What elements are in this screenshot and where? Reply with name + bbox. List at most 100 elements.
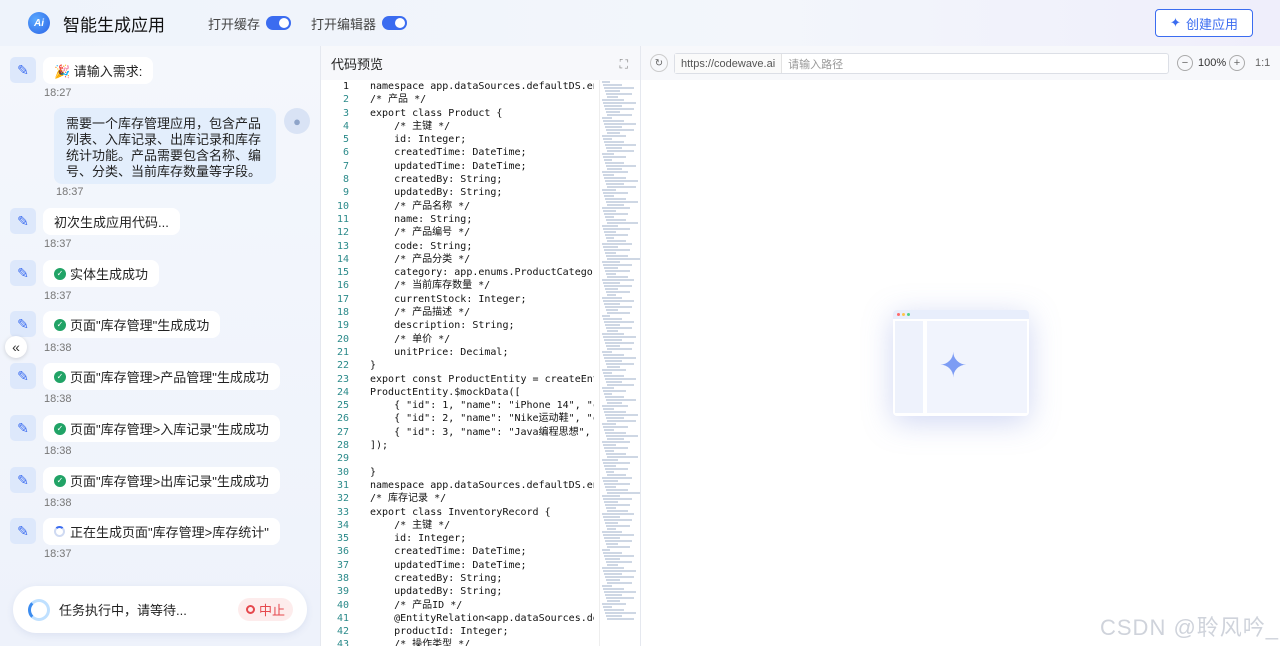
code-line: 1 namespace app.dataSources.defaultDS.ent… [321, 80, 594, 93]
code-line: 33 export class InventoryRecord { [321, 506, 594, 519]
code-line: 18 /* 产品描述 */ [321, 306, 594, 319]
chat-message: ✎ 初次生成应用代码... [10, 208, 180, 235]
line-content: @EntityRelation<app.dataSources.defau [370, 612, 594, 624]
cache-toggle[interactable] [266, 16, 292, 30]
line-number: 19 [336, 320, 349, 332]
minimap-line [602, 117, 612, 119]
minimap-line [605, 432, 626, 434]
minimap-line [605, 558, 620, 560]
code-line: 11 name: String; [321, 213, 594, 226]
actual-size-button[interactable]: 1:1 [1255, 57, 1270, 69]
minimap-line [604, 231, 616, 233]
line-content: unitPrice: Decimal; [370, 346, 509, 358]
minimap-line [602, 477, 632, 479]
line-number: 2 [342, 94, 349, 106]
minimap-line [606, 327, 632, 329]
minimap-line [606, 489, 628, 491]
line-number: 12 [336, 227, 349, 239]
success-check-icon: ✓ [54, 474, 66, 487]
create-app-button[interactable]: ✦ 创建应用 [1155, 9, 1253, 37]
line-content: createdTime: DateTime; [370, 147, 527, 159]
line-number: 11 [336, 213, 349, 225]
refresh-icon[interactable]: ↻ [650, 54, 668, 72]
line-content: createdBy: String; [370, 174, 503, 186]
minimap-line [607, 168, 622, 170]
code-line: 7 updatedTime: DateTime; [321, 160, 594, 173]
minimap-line [605, 360, 622, 362]
line-number: 25 [336, 400, 349, 412]
app-logo: Ai [28, 12, 50, 34]
minimap-line [607, 258, 640, 260]
top-bar: Ai 智能生成应用 打开缓存 打开编辑器 ✦ 创建应用 [0, 0, 1280, 46]
minimap-line [603, 318, 622, 320]
minimap-line [602, 441, 630, 443]
line-content: /* 产品分类 */ [370, 253, 471, 265]
app-preview-panel: ↻ https://codewave.ai 请输入路径 − 100% + 1:1… [640, 46, 1280, 646]
path-input[interactable]: 请输入路径 [782, 56, 843, 72]
message-bubble: ✓ 页面"库存管理"生成成功 [43, 311, 221, 338]
fullscreen-icon[interactable]: ⛶ [620, 57, 628, 72]
minimap-line [606, 435, 638, 437]
success-check-icon: ✓ [54, 318, 66, 331]
code-line: 2 /* 产品 */ [321, 93, 594, 106]
minimap-line [604, 483, 630, 485]
minimap-line [605, 450, 614, 452]
chat-message: ✎ ✓ 页面"库存管理>出库记录"生成成功 [10, 467, 280, 494]
minimap-line [604, 573, 622, 575]
zoom-in-icon[interactable]: + [1229, 55, 1245, 71]
line-number: 38 [336, 572, 349, 584]
bot-avatar-icon: ✎ [10, 363, 36, 389]
line-number: 13 [336, 240, 349, 252]
minimap-line [605, 378, 636, 380]
window-dots [893, 310, 1029, 319]
line-content: /* 产品编号 */ [370, 227, 471, 239]
message-time: 18:37 [56, 186, 84, 198]
stop-button[interactable]: 中止 [238, 598, 293, 621]
line-number: 10 [336, 200, 349, 212]
minimap-line [607, 474, 626, 476]
minimap-line [603, 498, 632, 500]
line-number: 40 [336, 599, 349, 611]
minimap-line [607, 564, 618, 566]
window-dot [897, 313, 900, 316]
minimap-line [605, 414, 638, 416]
line-number: 15 [336, 267, 349, 279]
code-minimap[interactable] [599, 80, 641, 646]
editor-toggle[interactable] [382, 16, 408, 30]
minimap-line [603, 516, 620, 518]
message-text: 页面"库存管理>入库记录"生成成功 [70, 422, 269, 437]
line-content: updatedTime: DateTime; [370, 559, 527, 571]
minimap-line [604, 609, 624, 611]
zoom-out-icon[interactable]: − [1177, 55, 1193, 71]
code-line: 39 updatedBy: String; [321, 585, 594, 598]
window-dot [902, 313, 905, 316]
line-content: /* 主键 */ [370, 120, 451, 132]
minimap-line [603, 588, 624, 590]
code-line: 30} [321, 466, 594, 479]
minimap-line [605, 252, 616, 254]
user-avatar-icon: ● [284, 108, 310, 134]
loading-spinner-icon [54, 526, 65, 537]
minimap-line [607, 222, 638, 224]
collapse-sidebar-icon[interactable]: « [5, 336, 27, 358]
chat-message: ✎ ✓ 页面"库存管理>产品管理"生成成功 [10, 363, 280, 390]
line-number: 5 [342, 134, 349, 146]
minimap-line [604, 555, 634, 557]
code-editor[interactable]: 1 namespace app.dataSources.defaultDS.ent… [321, 80, 594, 646]
minimap-line [607, 528, 616, 530]
line-number: 20 [336, 333, 349, 345]
minimap-line [603, 120, 624, 122]
message-bubble: 正在生成页面"库存管理>库存统计" [43, 518, 280, 545]
minimap-line [605, 198, 626, 200]
line-number: 42 [336, 626, 349, 638]
message-bubble: 初次生成应用代码... [43, 208, 180, 235]
minimap-line [607, 618, 634, 620]
minimap-line [603, 228, 630, 230]
minimap-line [605, 486, 616, 488]
minimap-line [604, 285, 632, 287]
minimap-line [607, 438, 624, 440]
minimap-line [606, 93, 632, 95]
minimap-line [604, 177, 626, 179]
line-number: 9 [342, 187, 349, 199]
minimap-line [607, 402, 622, 404]
